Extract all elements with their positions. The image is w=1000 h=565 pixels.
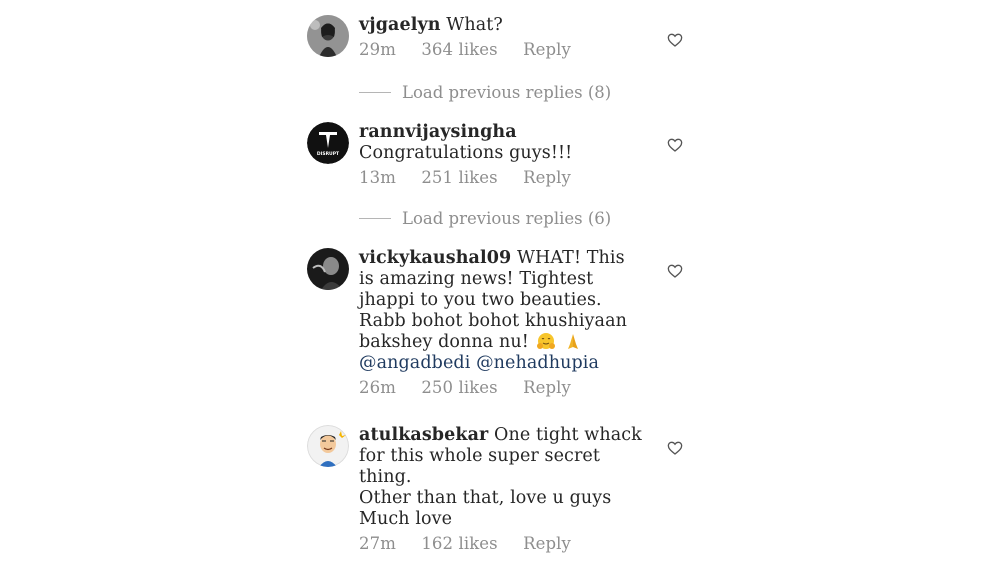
comment-username[interactable]: vickykaushal09: [359, 248, 511, 268]
comment-meta: 27m 162 likes Reply: [359, 533, 649, 555]
like-heart-button[interactable]: [667, 137, 683, 153]
mention-link[interactable]: @nehadhupia: [476, 353, 599, 373]
load-previous-replies[interactable]: Load previous replies (8): [359, 81, 611, 103]
comment-meta: 13m 251 likes Reply: [359, 167, 649, 189]
comment-text-line: WHAT! This: [516, 248, 625, 268]
woman-photo-avatar-icon: [307, 15, 349, 57]
load-previous-label[interactable]: Load previous replies (6): [402, 209, 611, 228]
comment-username[interactable]: rannvijaysingha: [359, 122, 517, 142]
divider-line: [359, 91, 391, 93]
comment-text: Congratulations guys!!!: [359, 143, 573, 163]
comment-text-line: for this whole super secret: [359, 446, 601, 466]
comment-meta: 29m 364 likes Reply: [359, 39, 649, 61]
heart-icon: [667, 33, 683, 47]
like-heart-button[interactable]: [667, 263, 683, 279]
comment-text: What?: [446, 15, 503, 35]
mention-link[interactable]: @angadbedi: [359, 353, 470, 373]
reply-button[interactable]: Reply: [523, 378, 571, 397]
comment-time: 26m: [359, 378, 396, 397]
comment-text-line: is amazing news! Tightest: [359, 269, 594, 289]
heart-icon: [667, 138, 683, 152]
comment-time: 13m: [359, 168, 396, 187]
load-previous-label[interactable]: Load previous replies (8): [402, 83, 611, 102]
avatar[interactable]: [307, 15, 349, 57]
hug-face-emoji-icon: [536, 333, 555, 349]
heart-icon: [667, 441, 683, 455]
comment-likes[interactable]: 250 likes: [421, 378, 497, 397]
comment-text-line: thing.: [359, 467, 412, 487]
comment-body: rannvijaysingha Congratulations guys!!! …: [359, 122, 649, 189]
comment-likes[interactable]: 364 likes: [421, 40, 497, 59]
avatar[interactable]: DISRUPT: [307, 122, 349, 164]
comment-body: atulkasbekar One tight whack for this wh…: [359, 425, 649, 555]
man-bw-photo-avatar-icon: [307, 248, 349, 290]
reply-button[interactable]: Reply: [523, 534, 571, 553]
like-heart-button[interactable]: [667, 440, 683, 456]
avatar-logo-text: DISRUPT: [317, 151, 340, 157]
comment-text-line: One tight whack: [494, 425, 642, 445]
comment-body: vickykaushal09 WHAT! This is amazing new…: [359, 248, 649, 399]
comment-username[interactable]: vjgaelyn: [359, 15, 441, 35]
comment-text-line: bakshey donna nu!: [359, 332, 535, 352]
comment-text-line: Rabb bohot bohot khushiyaan: [359, 311, 627, 331]
comment-meta: 26m 250 likes Reply: [359, 377, 649, 399]
reply-button[interactable]: Reply: [523, 168, 571, 187]
comment-username[interactable]: atulkasbekar: [359, 425, 488, 445]
load-previous-replies[interactable]: Load previous replies (6): [359, 207, 611, 229]
comment-text-line: jhappi to you two beauties.: [359, 290, 602, 310]
reply-button[interactable]: Reply: [523, 40, 571, 59]
heart-icon: [667, 264, 683, 278]
comment-time: 27m: [359, 534, 396, 553]
comment-likes[interactable]: 162 likes: [421, 534, 497, 553]
like-heart-button[interactable]: [667, 32, 683, 48]
comment-likes[interactable]: 251 likes: [421, 168, 497, 187]
cartoon-man-avatar-icon: [307, 425, 349, 467]
avatar[interactable]: [307, 248, 349, 290]
folded-hands-emoji-icon: [568, 334, 579, 349]
comment-body: vjgaelyn What? 29m 364 likes Reply: [359, 15, 649, 61]
avatar[interactable]: [307, 425, 349, 467]
comment-text-line: Much love: [359, 509, 453, 529]
comment-text-line: Other than that, love u guys: [359, 488, 612, 508]
comment-time: 29m: [359, 40, 396, 59]
divider-line: [359, 217, 391, 219]
disrupt-logo-avatar-icon: DISRUPT: [307, 122, 349, 164]
comment-thread: vjgaelyn What? 29m 364 likes Reply Load …: [0, 0, 1000, 565]
